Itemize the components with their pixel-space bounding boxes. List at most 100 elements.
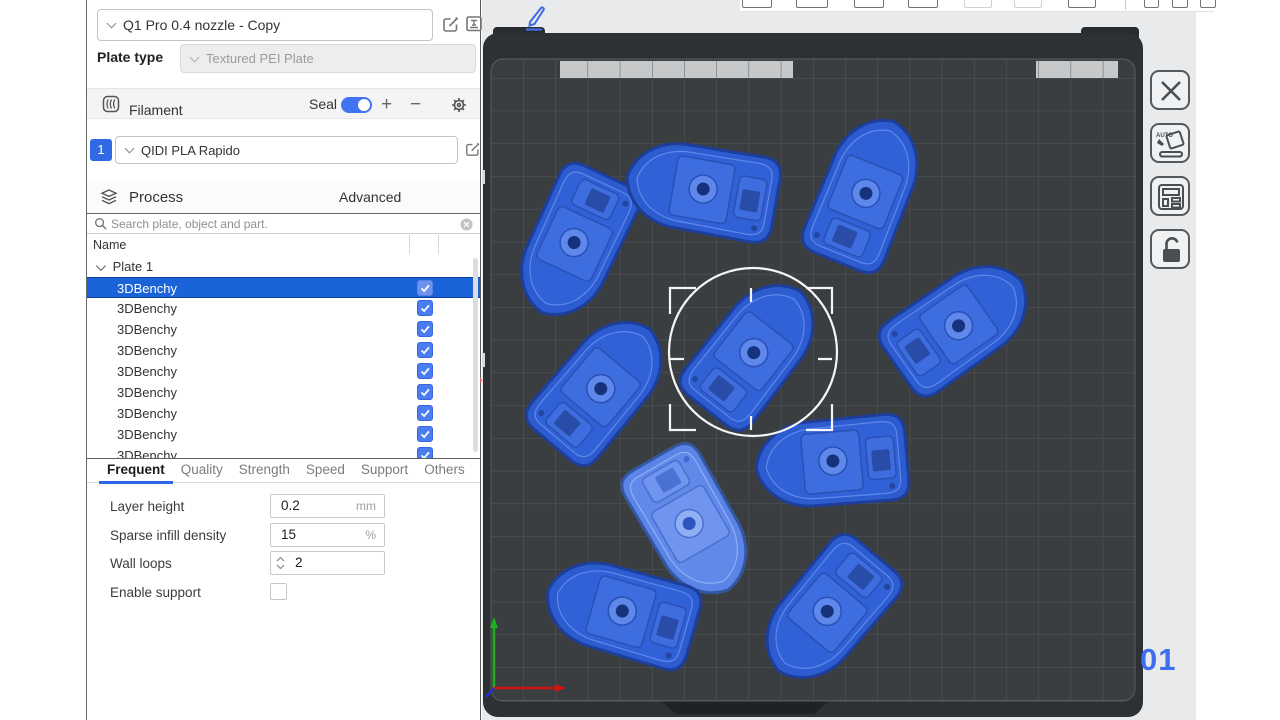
tree-scrollbar[interactable] <box>473 258 478 452</box>
printer-select[interactable]: Q1 Pro 0.4 nozzle - Copy <box>97 9 433 41</box>
printer-select-value: Q1 Pro 0.4 nozzle - Copy <box>123 17 280 33</box>
tree-item-3dbenchy[interactable]: 3DBenchy <box>87 445 480 458</box>
redo-icon[interactable] <box>1014 0 1042 8</box>
chevron-down-icon <box>190 52 200 62</box>
tree-item-label: 3DBenchy <box>117 445 177 458</box>
edit-preset-icon[interactable] <box>442 15 460 33</box>
column-divider <box>438 235 439 254</box>
tree-item-3dbenchy[interactable]: 3DBenchy <box>87 277 480 298</box>
arrange-icon <box>1153 179 1189 215</box>
visibility-checkbox[interactable] <box>417 384 433 400</box>
bed-level-icon[interactable] <box>854 0 884 8</box>
top-toolbar: .: <box>740 0 1214 12</box>
printer-calibration-icon[interactable] <box>465 15 483 33</box>
visibility-checkbox[interactable] <box>417 405 433 421</box>
param-list: Layer height 0.2mm Sparse infill density15… <box>87 492 480 612</box>
object-tree: Name Plate 1 3DBenchy3DBenchy3DBenchy3DB… <box>87 234 480 458</box>
param-row: Enable support <box>87 580 480 605</box>
tree-item-plate[interactable]: Plate 1 <box>87 256 480 277</box>
column-divider <box>409 235 410 254</box>
filament-icon <box>102 95 120 113</box>
visibility-checkbox[interactable] <box>417 342 433 358</box>
filament-select[interactable]: QIDI PLA Rapido <box>115 136 458 164</box>
clear-search-icon[interactable] <box>460 218 473 231</box>
object-list: 3DBenchy3DBenchy3DBenchy3DBenchy3DBenchy… <box>87 277 480 458</box>
tree-item-3dbenchy[interactable]: 3DBenchy <box>87 403 480 424</box>
filament-section-title: Filament <box>129 96 183 125</box>
filament-box-icon[interactable] <box>796 0 828 8</box>
layer-height-input[interactable]: 0.2mm <box>270 494 385 518</box>
pencil-tool-icon[interactable] <box>522 4 548 32</box>
remove-filament-button[interactable]: − <box>410 89 421 120</box>
tab-quality[interactable]: Quality <box>173 459 231 484</box>
visibility-checkbox[interactable] <box>417 300 433 316</box>
param-tabs: FrequentQualityStrengthSpeedSupportOther… <box>87 458 480 483</box>
panel-handle[interactable] <box>482 353 485 367</box>
seal-toggle[interactable] <box>341 97 372 113</box>
build-plate-scene[interactable]: .hull{fill:var(--hull);stroke:var(--edge… <box>482 0 1196 720</box>
gear-icon[interactable] <box>450 96 468 114</box>
tree-item-3dbenchy[interactable]: 3DBenchy <box>87 298 480 319</box>
visibility-checkbox[interactable] <box>417 426 433 442</box>
undo-icon[interactable] <box>964 0 992 8</box>
qidi-studio-window: { "window": { "toolbar_hint": ".:" }, "s… <box>0 0 1280 720</box>
tree-item-label: 3DBenchy <box>117 319 177 340</box>
visibility-checkbox[interactable] <box>417 280 433 296</box>
visibility-checkbox[interactable] <box>417 363 433 379</box>
process-section-title: Process <box>129 189 183 206</box>
param-row: Layer height 0.2mm <box>87 494 480 519</box>
search-bar[interactable]: Search plate, object and part. <box>87 213 480 234</box>
plate-front-notch <box>660 700 830 714</box>
wall-loops-input[interactable]: 2 <box>270 551 385 575</box>
param-label: Enable support <box>110 580 201 605</box>
tree-header: Name <box>87 234 480 256</box>
visibility-checkbox[interactable] <box>417 321 433 337</box>
plate-type-select[interactable]: Textured PEI Plate <box>180 44 476 73</box>
plate-number-label[interactable]: 01 <box>1140 642 1192 678</box>
lock-button[interactable] <box>1150 229 1190 269</box>
tree-item-3dbenchy[interactable]: 3DBenchy <box>87 319 480 340</box>
tree-item-3dbenchy[interactable]: 3DBenchy <box>87 424 480 445</box>
process-section-header: Process GlobalObjects Advanced <box>87 181 480 213</box>
param-row: Sparse infill density15% <box>87 523 480 548</box>
edit-filament-icon[interactable] <box>465 141 481 157</box>
plate-type-value: Textured PEI Plate <box>206 51 314 66</box>
tree-item-3dbenchy[interactable]: 3DBenchy <box>87 382 480 403</box>
plate-settings-icon[interactable] <box>908 0 938 8</box>
tab-support[interactable]: Support <box>353 459 416 484</box>
lock-icon <box>1153 232 1189 268</box>
tree-item-label: 3DBenchy <box>117 361 177 382</box>
delete-all-button[interactable] <box>1150 70 1190 110</box>
arrange-button[interactable] <box>1150 176 1190 216</box>
param-value: 15 <box>281 524 296 546</box>
param-label: Layer height <box>110 494 184 519</box>
tree-item-label: 3DBenchy <box>117 340 177 361</box>
enable-support-checkbox[interactable] <box>270 583 287 600</box>
add-filament-button[interactable]: + <box>381 89 392 120</box>
layout-icon[interactable] <box>1200 0 1216 8</box>
tree-item-label: 3DBenchy <box>117 382 177 403</box>
sparse-infill-density-input[interactable]: 15% <box>270 523 385 547</box>
plate-row-label: Plate 1 <box>113 259 153 274</box>
filament-select-value: QIDI PLA Rapido <box>141 143 240 158</box>
search-placeholder: Search plate, object and part. <box>111 214 268 234</box>
param-unit: % <box>365 524 376 546</box>
tab-frequent[interactable]: Frequent <box>99 459 173 484</box>
tab-strength[interactable]: Strength <box>231 459 298 484</box>
caret-down-icon[interactable] <box>96 261 106 271</box>
panel-icon[interactable] <box>1068 0 1096 8</box>
import-icon[interactable] <box>1144 0 1159 8</box>
tree-item-label: 3DBenchy <box>117 298 177 319</box>
tree-item-3dbenchy[interactable]: 3DBenchy <box>87 340 480 361</box>
visibility-checkbox[interactable] <box>417 447 433 458</box>
tab-speed[interactable]: Speed <box>298 459 353 484</box>
3d-viewport[interactable]: .hull{fill:var(--hull);stroke:var(--edge… <box>482 0 1196 720</box>
panel-handle[interactable] <box>482 170 485 184</box>
select-icon[interactable] <box>1172 0 1188 8</box>
tree-item-3dbenchy[interactable]: 3DBenchy <box>87 361 480 382</box>
auto-orient-button[interactable]: AUTO <box>1150 123 1190 163</box>
seal-label: Seal <box>309 96 337 112</box>
tab-others[interactable]: Others <box>416 459 473 484</box>
spinner-arrows-icon[interactable] <box>275 554 286 572</box>
printer-icon[interactable] <box>742 0 772 8</box>
